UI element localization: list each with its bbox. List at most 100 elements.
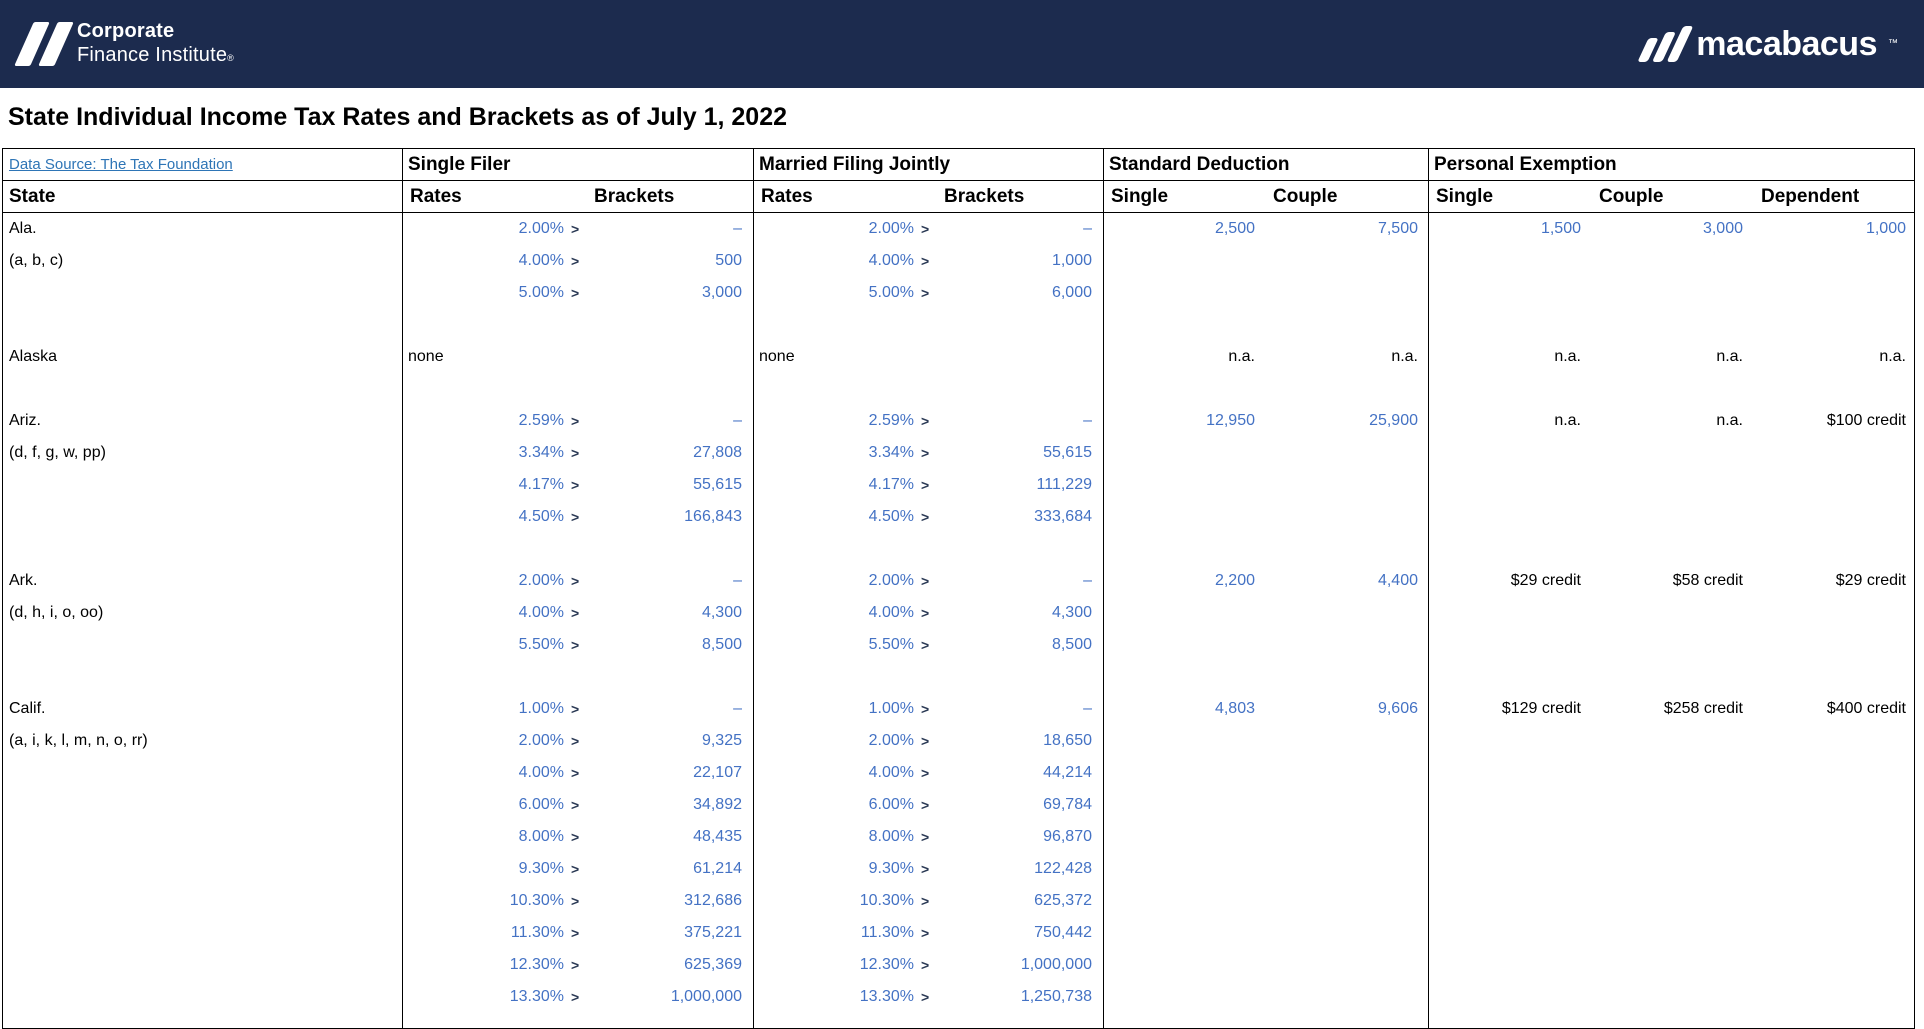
cell-pe-couple bbox=[1591, 949, 1753, 981]
cell-sd-couple bbox=[1265, 597, 1428, 629]
cell-mfj-rate: 6.00%> bbox=[753, 789, 936, 821]
cell-pe-single: $29 credit bbox=[1428, 565, 1591, 597]
cell-pe-dep bbox=[1753, 917, 1916, 949]
cell-mfj-bracket: 1,000 bbox=[936, 245, 1103, 277]
cell-sd-single: n.a. bbox=[1103, 341, 1265, 373]
cell-pe-couple bbox=[1591, 309, 1753, 341]
cell-sf-bracket: 61,214 bbox=[586, 853, 753, 885]
cell-sf-rate: 1.00%> bbox=[402, 693, 586, 725]
table-row: 4.17%>55,6154.17%>111,229 bbox=[3, 469, 1914, 501]
cell-pe-couple bbox=[1591, 725, 1753, 757]
cell-state: (d, h, i, o, oo) bbox=[3, 597, 402, 629]
cell-sf-rate: 12.30%> bbox=[402, 949, 586, 981]
greater-than-icon: > bbox=[564, 413, 584, 429]
cell-pe-single bbox=[1428, 853, 1591, 885]
cfi-logo[interactable]: Corporate Finance Institute® bbox=[14, 20, 234, 67]
rate-value: 2.59% bbox=[519, 412, 564, 430]
cell-pe-couple bbox=[1591, 277, 1753, 309]
cell-sf-rate: 2.00%> bbox=[402, 565, 586, 597]
cell-sd-couple bbox=[1265, 309, 1428, 341]
rate-value: 5.00% bbox=[519, 284, 564, 302]
cell-pe-dep: n.a. bbox=[1753, 341, 1916, 373]
cell-sf-bracket: 48,435 bbox=[586, 821, 753, 853]
cell-mfj-bracket: 69,784 bbox=[936, 789, 1103, 821]
cell-mfj-bracket bbox=[936, 309, 1103, 341]
cell-sf-bracket: 27,808 bbox=[586, 437, 753, 469]
cell-mfj-rate: 2.59%> bbox=[753, 405, 936, 437]
cell-sd-couple: n.a. bbox=[1265, 341, 1428, 373]
data-source-link[interactable]: Data Source: The Tax Foundation bbox=[9, 156, 233, 173]
cell-state bbox=[3, 917, 402, 949]
cell-sf-bracket: 55,615 bbox=[586, 469, 753, 501]
greater-than-icon: > bbox=[564, 509, 584, 525]
greater-than-icon: > bbox=[564, 477, 584, 493]
cell-sf-rate: 4.00%> bbox=[402, 245, 586, 277]
cell-state bbox=[3, 501, 402, 533]
cell-pe-single bbox=[1428, 821, 1591, 853]
col-header-pe-dependent: Dependent bbox=[1753, 186, 1916, 208]
cell-sd-couple bbox=[1265, 725, 1428, 757]
cell-pe-couple bbox=[1591, 661, 1753, 693]
table-row: (d, f, g, w, pp)3.34%>27,8083.34%>55,615 bbox=[3, 437, 1914, 469]
cell-sd-couple bbox=[1265, 885, 1428, 917]
rate-value: 2.00% bbox=[519, 572, 564, 590]
cell-mfj-rate: none bbox=[753, 341, 936, 373]
cell-pe-single bbox=[1428, 917, 1591, 949]
cell-mfj-rate: 2.00%> bbox=[753, 565, 936, 597]
cell-sd-couple bbox=[1265, 533, 1428, 565]
cell-pe-couple bbox=[1591, 885, 1753, 917]
cell-mfj-rate: 5.00%> bbox=[753, 277, 936, 309]
cell-state bbox=[3, 821, 402, 853]
cell-pe-single bbox=[1428, 245, 1591, 277]
cell-state: (a, b, c) bbox=[3, 245, 402, 277]
cell-state bbox=[3, 469, 402, 501]
table-row: (a, i, k, l, m, n, o, rr)2.00%>9,3252.00… bbox=[3, 725, 1914, 757]
cell-sd-couple bbox=[1265, 949, 1428, 981]
cell-sd-single: 2,200 bbox=[1103, 565, 1265, 597]
cell-pe-couple bbox=[1591, 853, 1753, 885]
cell-sd-single bbox=[1103, 949, 1265, 981]
cell-sd-single bbox=[1103, 373, 1265, 405]
rate-value: 4.00% bbox=[519, 252, 564, 270]
cell-mfj-rate: 4.00%> bbox=[753, 245, 936, 277]
cell-pe-single bbox=[1428, 757, 1591, 789]
cell-sf-rate: none bbox=[402, 341, 586, 373]
greater-than-icon: > bbox=[914, 733, 934, 749]
cell-pe-couple bbox=[1591, 629, 1753, 661]
rate-value: 4.50% bbox=[869, 508, 914, 526]
rate-value: 4.00% bbox=[869, 764, 914, 782]
cell-sf-bracket: 4,300 bbox=[586, 597, 753, 629]
rate-value: 2.00% bbox=[519, 732, 564, 750]
tax-table: Data Source: The Tax Foundation Single F… bbox=[2, 148, 1915, 1029]
spacer-row bbox=[3, 309, 1914, 341]
cell-mfj-bracket: 44,214 bbox=[936, 757, 1103, 789]
cell-sd-couple: 7,500 bbox=[1265, 213, 1428, 245]
macabacus-logo[interactable]: macabacus ™ bbox=[1643, 25, 1898, 64]
cell-sf-bracket: 166,843 bbox=[586, 501, 753, 533]
group-header-married-filing-jointly: Married Filing Jointly bbox=[753, 154, 1103, 176]
cell-sd-single: 12,950 bbox=[1103, 405, 1265, 437]
rate-value: 4.00% bbox=[869, 252, 914, 270]
cell-sf-bracket: 34,892 bbox=[586, 789, 753, 821]
greater-than-icon: > bbox=[914, 925, 934, 941]
cell-sf-rate bbox=[402, 661, 586, 693]
cell-pe-couple: n.a. bbox=[1591, 341, 1753, 373]
cell-sf-rate: 2.00%> bbox=[402, 213, 586, 245]
cell-pe-dep bbox=[1753, 533, 1916, 565]
cfi-wordmark-line1: Corporate bbox=[77, 20, 234, 44]
greater-than-icon: > bbox=[564, 221, 584, 237]
col-header-pe-single: Single bbox=[1428, 186, 1591, 208]
cell-mfj-bracket: 1,000,000 bbox=[936, 949, 1103, 981]
cell-sd-single bbox=[1103, 821, 1265, 853]
rate-value: 4.17% bbox=[519, 476, 564, 494]
column-header-row: State Rates Brackets Rates Brackets Sing… bbox=[3, 181, 1914, 213]
cell-mfj-bracket: 6,000 bbox=[936, 277, 1103, 309]
spacer-row bbox=[3, 373, 1914, 405]
table-row: 5.00%>3,0005.00%>6,000 bbox=[3, 277, 1914, 309]
cell-mfj-rate: 10.30%> bbox=[753, 885, 936, 917]
cell-mfj-rate bbox=[753, 309, 936, 341]
rate-value: 11.30% bbox=[861, 924, 914, 942]
cell-mfj-bracket: 55,615 bbox=[936, 437, 1103, 469]
cell-pe-single: $129 credit bbox=[1428, 693, 1591, 725]
rate-value: 3.34% bbox=[869, 444, 914, 462]
